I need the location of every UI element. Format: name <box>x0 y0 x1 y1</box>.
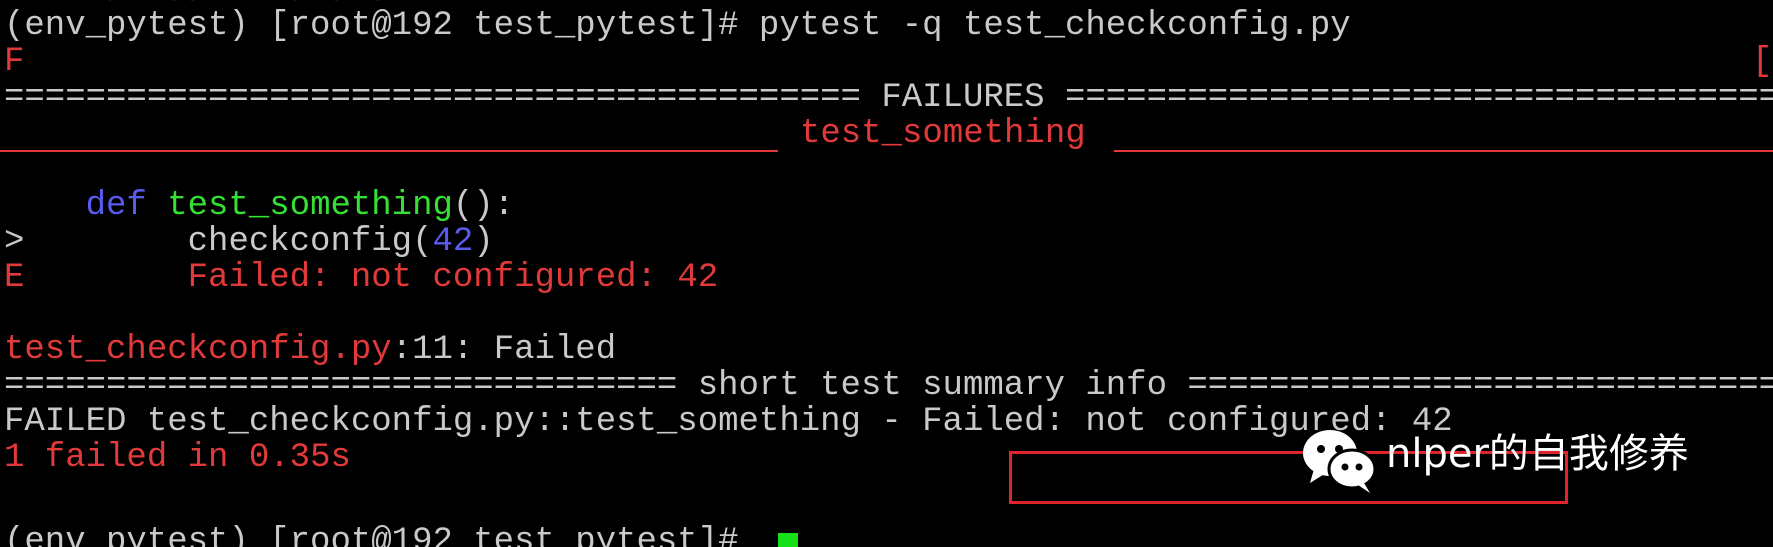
location-rest: :11: Failed <box>391 331 617 369</box>
command-prompt-line: (env_pytest) [root@192 test_pytest]# pyt… <box>4 7 1351 45</box>
watermark-text: nlper的自我修养 <box>1386 431 1689 477</box>
error-line: E Failed: not configured: 42 <box>4 258 718 299</box>
result-line: 1 failed in 0.35s <box>4 438 351 479</box>
error-marker: E <box>4 259 25 297</box>
progress-marker: F <box>4 43 25 81</box>
call-close: ) <box>473 223 494 261</box>
next-prompt-partial: (env_pytest) [root@192 test_pytest]# <box>4 523 759 547</box>
failed-summary-line: FAILED test_checkconfig.py::test_somethi… <box>4 403 1453 441</box>
error-text: Failed: not configured: 42 <box>24 259 719 297</box>
code-call-line: > checkconfig(42) <box>4 222 494 263</box>
code-def-line: def test_something(): <box>4 186 515 227</box>
terminal-cursor <box>778 533 798 547</box>
wechat-icon <box>1303 430 1377 493</box>
failures-header: ========================================… <box>4 79 1773 117</box>
location-line: test_checkconfig.py:11: Failed <box>4 330 616 371</box>
result-time: 0.35s <box>248 439 351 477</box>
call-name: checkconfig( <box>24 223 433 261</box>
function-name: test_something <box>167 187 453 225</box>
def-keyword: def <box>85 187 147 225</box>
right-edge-marker: [ <box>1752 43 1773 81</box>
terminal-window[interactable]: 1 failed in 0.04s (env_pytest) [root@192… <box>0 0 1773 547</box>
def-parens: (): <box>452 187 515 225</box>
arrow-marker: > <box>4 223 25 261</box>
summary-header: ================================= short … <box>4 367 1773 405</box>
result-in: in <box>167 439 249 477</box>
section-rule-right <box>1114 150 1773 152</box>
result-count: 1 failed <box>4 439 168 477</box>
test-title: test_something <box>800 115 1086 153</box>
call-argument: 42 <box>432 223 474 261</box>
location-file: test_checkconfig.py <box>4 331 392 369</box>
section-rule-left <box>0 150 778 152</box>
